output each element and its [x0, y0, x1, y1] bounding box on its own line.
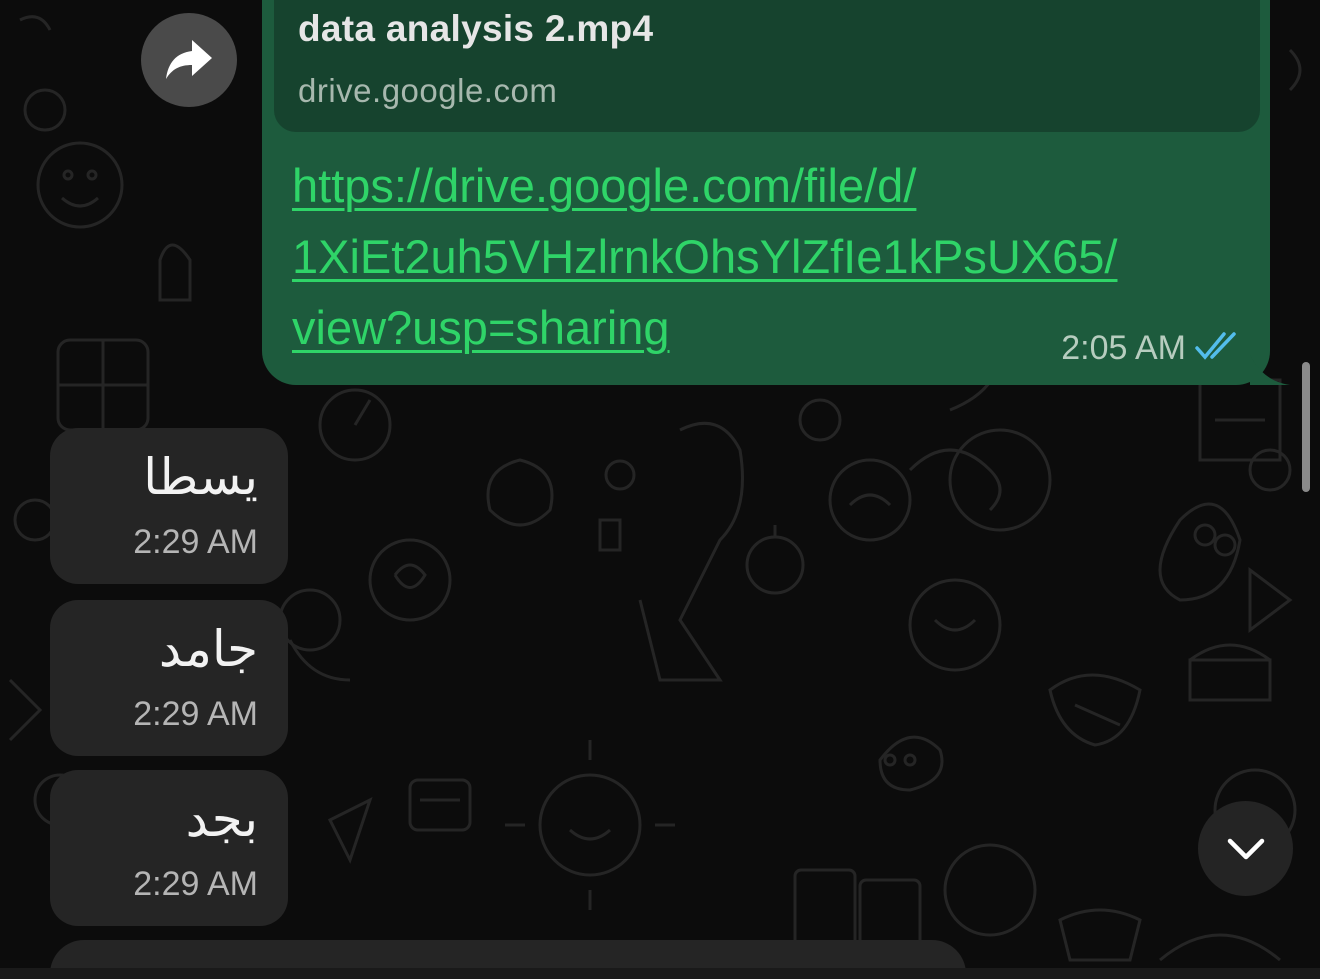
message-timestamp: 2:29 AM: [133, 865, 258, 903]
message-text: يسطا: [143, 448, 258, 506]
message-text: جامد: [158, 620, 258, 678]
message-timestamp: 2:29 AM: [133, 523, 258, 561]
message-timestamp: 2:29 AM: [133, 695, 258, 733]
bottom-edge: [0, 968, 1320, 979]
outgoing-message-bubble[interactable]: data analysis 2.mp4 drive.google.com htt…: [262, 0, 1290, 385]
chevron-down-icon: [1227, 838, 1264, 859]
forward-arrow-icon: [166, 40, 212, 79]
link-preview-card[interactable]: data analysis 2.mp4 drive.google.com: [274, 0, 1260, 132]
double-check-read-icon: [1195, 332, 1236, 360]
incoming-message-bubble[interactable]: بجد 2:29 AM: [50, 770, 288, 926]
shared-link-line[interactable]: 1XiEt2uh5VHzlrnkOhsYlZfIe1kPsUX65/: [292, 221, 1192, 292]
bubble-tail: [1250, 355, 1290, 385]
shared-link-line[interactable]: https://drive.google.com/file/d/: [292, 150, 1192, 221]
chat-view: data analysis 2.mp4 drive.google.com htt…: [0, 0, 1320, 979]
shared-link[interactable]: https://drive.google.com/file/d/ 1XiEt2u…: [292, 150, 1192, 363]
message-timestamp: 2:05 AM: [1061, 329, 1186, 367]
scroll-to-bottom-button[interactable]: [1198, 801, 1293, 896]
incoming-message-bubble[interactable]: جامد 2:29 AM: [50, 600, 288, 756]
forward-button[interactable]: [141, 13, 237, 107]
scrollbar-thumb[interactable]: [1302, 362, 1310, 492]
incoming-message-bubble[interactable]: يسطا 2:29 AM: [50, 428, 288, 584]
shared-link-line[interactable]: view?usp=sharing: [292, 292, 1192, 363]
link-preview-title: data analysis 2.mp4: [298, 8, 654, 49]
message-text: بجد: [185, 790, 258, 848]
link-preview-domain: drive.google.com: [298, 72, 558, 109]
